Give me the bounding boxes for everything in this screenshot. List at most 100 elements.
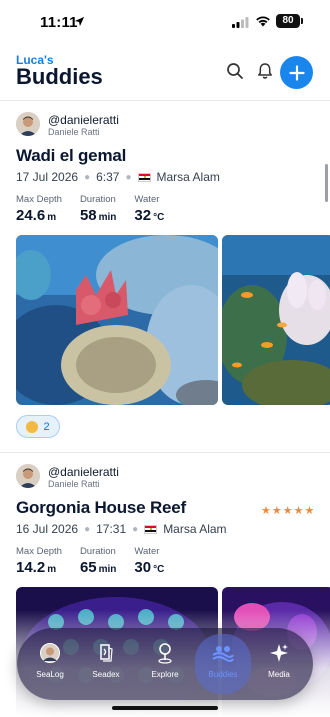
- stat-label: Water: [134, 194, 160, 205]
- status-bar: 11:11 80: [0, 0, 330, 48]
- dive-time: 17:31: [96, 522, 127, 536]
- avatar[interactable]: [16, 112, 40, 136]
- status-time: 11:11: [40, 14, 78, 31]
- location-arrow-icon: [74, 16, 85, 27]
- stat-value: 14.2: [16, 559, 46, 576]
- dive-date: 17 Jul 2026: [16, 170, 79, 184]
- stat-label: Duration: [79, 194, 116, 205]
- stat-max-depth: Max Depth 14.2 m: [16, 546, 62, 576]
- separator-dot: ●: [125, 171, 132, 183]
- star-icon: ★: [304, 505, 316, 517]
- dive-photo[interactable]: [222, 235, 330, 405]
- coral-photo: [16, 235, 218, 405]
- separator-dot: ●: [132, 523, 139, 535]
- dive-meta: 17 Jul 2026 ● 6:37 ● Marsa Alam: [16, 170, 220, 184]
- stat-value-wrap: 58 min: [80, 207, 116, 224]
- realname: Daniele Ratti: [48, 127, 100, 137]
- tab-label: Buddies: [208, 670, 238, 679]
- stat-duration: Duration 65 min: [80, 546, 116, 576]
- dive-location: Marsa Alam: [156, 170, 220, 184]
- stat-value-wrap: 14.2 m: [16, 559, 62, 576]
- search-icon[interactable]: [226, 62, 244, 80]
- cellular-signal-icon: [232, 17, 249, 28]
- stat-value: 30: [134, 559, 152, 576]
- add-button[interactable]: [280, 56, 313, 89]
- avatar-photo: [16, 112, 40, 136]
- buddies-icon: [212, 646, 234, 662]
- realname: Daniele Ratti: [48, 479, 100, 489]
- tab-bar: SeaLog Seadex Explore Buddies Media: [17, 628, 313, 700]
- stat-label: Max Depth: [16, 194, 62, 205]
- plus-icon: [288, 64, 305, 81]
- avatar-photo: [16, 464, 40, 488]
- rating-stars: ★★★★★: [261, 504, 315, 517]
- stat-water: Water 32 °C: [134, 194, 164, 224]
- avatar-icon: [40, 643, 60, 663]
- map-pin-icon: [158, 643, 172, 664]
- page-header: Luca's Buddies: [0, 48, 330, 100]
- dive-date: 16 Jul 2026: [16, 522, 79, 536]
- tab-media[interactable]: Media: [252, 634, 306, 694]
- tab-label: Media: [268, 670, 290, 679]
- dive-location: Marsa Alam: [163, 522, 227, 536]
- egypt-flag-icon: [144, 524, 158, 534]
- stat-value-wrap: 65 min: [80, 559, 116, 576]
- stat-unit: °C: [153, 564, 165, 575]
- reaction-button[interactable]: 2: [16, 415, 60, 438]
- stat-unit: m: [47, 212, 57, 223]
- stat-value-wrap: 30 °C: [134, 559, 164, 576]
- username[interactable]: @danieleratti: [48, 465, 119, 479]
- stat-label: Max Depth: [16, 546, 62, 557]
- stat-water: Water 30 °C: [134, 546, 164, 576]
- stat-unit: m: [47, 564, 57, 575]
- dive-card[interactable]: @danieleratti Daniele Ratti Wadi el gema…: [0, 100, 330, 450]
- dive-photo[interactable]: [16, 235, 218, 405]
- stat-duration: Duration 58 min: [80, 194, 116, 224]
- stat-value: 32: [134, 207, 152, 224]
- stat-unit: min: [98, 212, 117, 223]
- scroll-indicator[interactable]: [325, 164, 328, 202]
- username[interactable]: @danieleratti: [48, 113, 119, 127]
- stat-value-wrap: 24.6 m: [16, 207, 62, 224]
- star-icon: ★: [293, 505, 305, 517]
- page-title: Buddies: [16, 64, 103, 89]
- dive-stats: Max Depth 24.6 m Duration 58 min Water 32 °…: [16, 194, 182, 224]
- egypt-flag-icon: [137, 172, 151, 182]
- tab-label: Explore: [151, 670, 179, 679]
- book-icon: [100, 644, 113, 662]
- stat-value: 65: [79, 559, 97, 576]
- ok-hand-icon: [26, 420, 39, 433]
- stat-label: Water: [134, 546, 160, 557]
- tab-sealog[interactable]: SeaLog: [23, 634, 77, 694]
- stat-max-depth: Max Depth 24.6 m: [16, 194, 62, 224]
- stat-value-wrap: 32 °C: [134, 207, 164, 224]
- separator-dot: ●: [84, 171, 91, 183]
- wifi-icon: [256, 16, 270, 27]
- dive-stats: Max Depth 14.2 m Duration 65 min Water 30 °…: [16, 546, 182, 576]
- tab-seadex[interactable]: Seadex: [79, 634, 133, 694]
- tab-label: Seadex: [92, 670, 120, 679]
- home-indicator: [112, 706, 218, 710]
- star-icon: ★: [271, 505, 283, 517]
- tab-buddies[interactable]: Buddies: [195, 634, 251, 694]
- dive-title[interactable]: Wadi el gemal: [16, 146, 126, 166]
- star-icon: ★: [282, 505, 294, 517]
- reaction-count: 2: [43, 420, 50, 433]
- stat-unit: °C: [153, 212, 165, 223]
- stat-unit: min: [98, 564, 117, 575]
- dive-meta: 16 Jul 2026 ● 17:31 ● Marsa Alam: [16, 522, 227, 536]
- dive-title[interactable]: Gorgonia House Reef: [16, 498, 186, 518]
- dive-time: 6:37: [96, 170, 120, 184]
- battery-indicator: 80: [276, 14, 303, 28]
- avatar[interactable]: [16, 464, 40, 488]
- stat-value: 58: [79, 207, 97, 224]
- fish-photo: [222, 235, 330, 405]
- separator-dot: ●: [84, 523, 91, 535]
- bell-icon[interactable]: [256, 62, 274, 80]
- tab-explore[interactable]: Explore: [138, 634, 192, 694]
- star-icon: ★: [261, 505, 272, 517]
- sparkle-icon: [270, 644, 288, 662]
- tab-label: SeaLog: [36, 670, 64, 679]
- stat-label: Duration: [79, 546, 116, 557]
- stat-value: 24.6: [16, 207, 46, 224]
